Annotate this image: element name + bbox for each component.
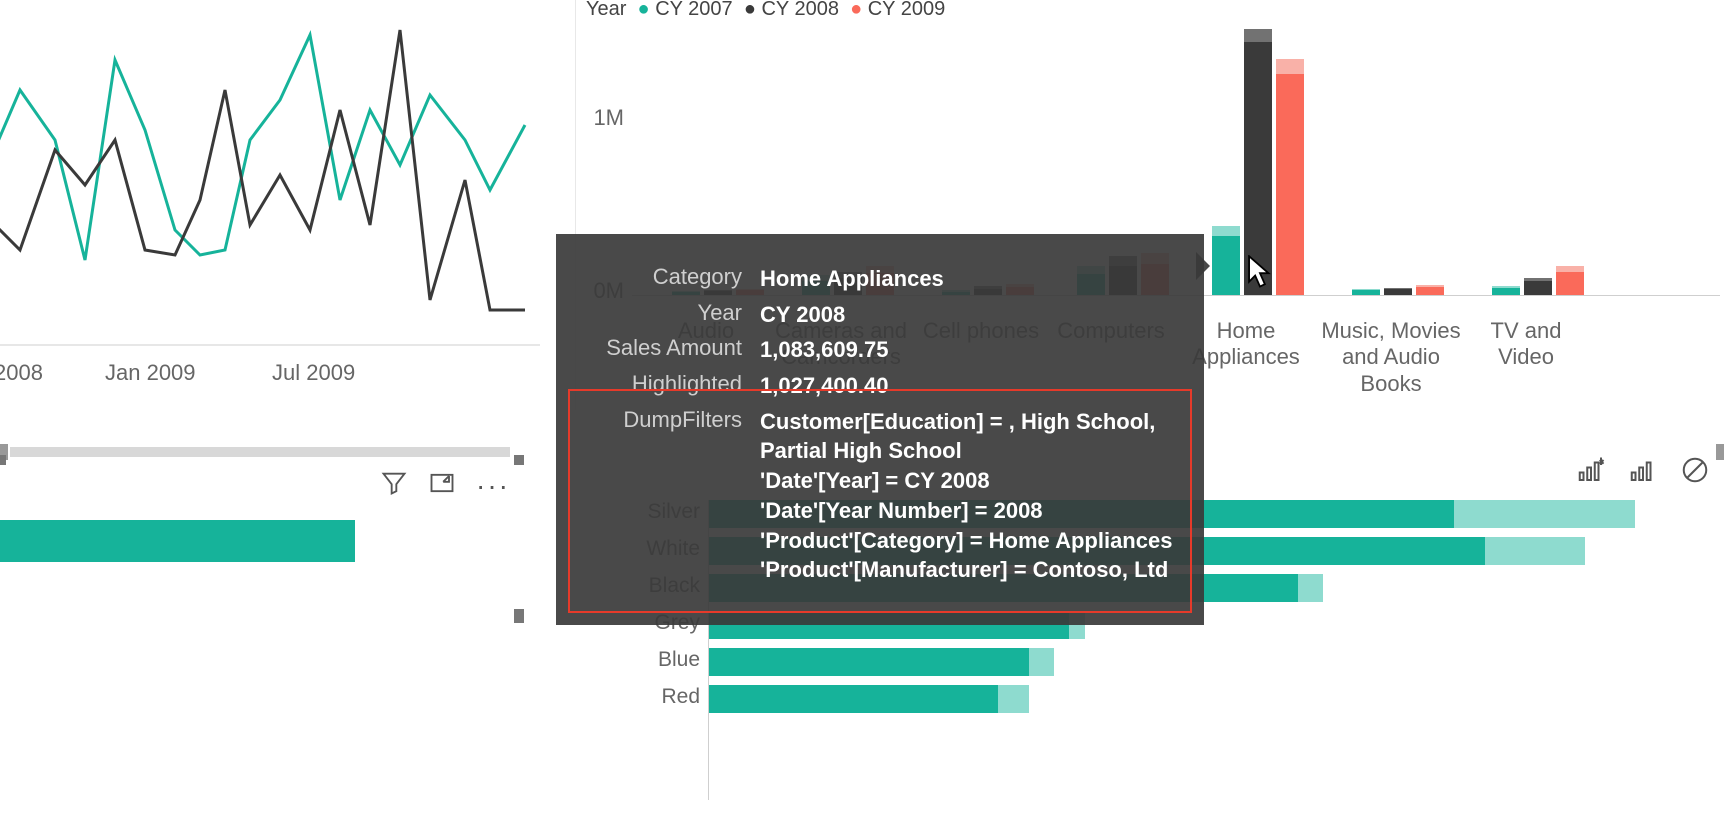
x-tick: 2008 bbox=[0, 360, 43, 386]
bar[interactable] bbox=[1492, 286, 1520, 295]
tooltip-value: 1,083,609.75 bbox=[760, 335, 1178, 365]
category-label: TV and Video bbox=[1471, 318, 1581, 371]
focus-mode-icon[interactable] bbox=[428, 469, 456, 502]
resize-handle[interactable] bbox=[514, 609, 524, 623]
tooltip-value: Home Appliances bbox=[760, 264, 1178, 294]
tooltip-row: CategoryHome Appliances bbox=[582, 264, 1178, 294]
y-tick: 1M bbox=[584, 105, 624, 131]
visual-tile-selected[interactable]: ··· bbox=[0, 458, 520, 769]
tooltip-value: 1,027,400.40 bbox=[760, 371, 1178, 401]
horizontal-bar-segment[interactable] bbox=[0, 520, 355, 562]
bar[interactable] bbox=[1384, 288, 1412, 295]
bar[interactable] bbox=[1352, 289, 1380, 295]
bar[interactable] bbox=[1416, 285, 1444, 295]
drill-down-icon[interactable] bbox=[1576, 455, 1606, 485]
tooltip-row: YearCY 2008 bbox=[582, 300, 1178, 330]
hbar-bar[interactable] bbox=[709, 648, 1053, 676]
tooltip-label: DumpFilters bbox=[582, 407, 760, 585]
tooltip-label: Highlighted bbox=[582, 371, 760, 401]
tooltip-label: Sales Amount bbox=[582, 335, 760, 365]
bar[interactable] bbox=[1524, 278, 1552, 295]
tooltip-row: Sales Amount1,083,609.75 bbox=[582, 335, 1178, 365]
x-tick: Jan 2009 bbox=[105, 360, 196, 386]
hbar-bar[interactable] bbox=[709, 685, 1028, 713]
tooltip-row: DumpFiltersCustomer[Education] = , High … bbox=[582, 407, 1178, 585]
hbar-label: Blue bbox=[600, 648, 700, 672]
x-tick: Jul 2009 bbox=[272, 360, 355, 386]
hbar-row[interactable]: Red bbox=[600, 685, 1720, 715]
tooltip-value: Customer[Education] = , High School, Par… bbox=[760, 407, 1178, 585]
filter-icon[interactable] bbox=[380, 469, 408, 502]
tooltip-label: Year bbox=[582, 300, 760, 330]
tooltip-row: Highlighted1,027,400.40 bbox=[582, 371, 1178, 401]
hbar-label: Red bbox=[600, 685, 700, 709]
mouse-cursor-icon bbox=[1247, 255, 1273, 289]
bar[interactable] bbox=[1276, 59, 1304, 295]
resize-handle[interactable] bbox=[514, 455, 524, 465]
drill-up-icon[interactable] bbox=[1628, 455, 1658, 485]
category-label: Music, Movies and Audio Books bbox=[1311, 318, 1471, 397]
disabled-icon[interactable] bbox=[1680, 455, 1710, 485]
line-chart-sales-over-time[interactable]: 2008 Jan 2009 Jul 2009 bbox=[0, 0, 540, 440]
tooltip-label: Category bbox=[582, 264, 760, 294]
bar[interactable] bbox=[1556, 266, 1584, 296]
more-options-icon[interactable]: ··· bbox=[476, 480, 510, 491]
tooltip: CategoryHome AppliancesYearCY 2008Sales … bbox=[556, 234, 1204, 625]
hbar-row[interactable]: Blue bbox=[600, 648, 1720, 678]
visual-header-icons bbox=[1576, 455, 1710, 485]
resize-handle[interactable] bbox=[0, 455, 6, 465]
tooltip-value: CY 2008 bbox=[760, 300, 1178, 330]
